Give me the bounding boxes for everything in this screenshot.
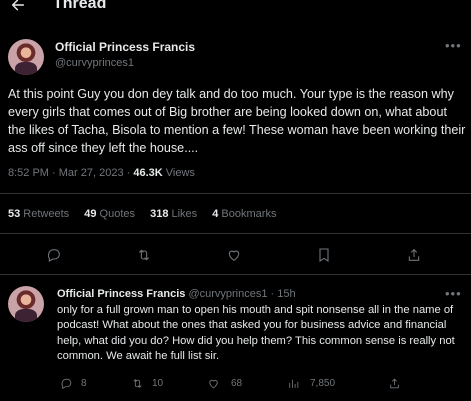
bookmark-button[interactable] [316,247,332,263]
reply-actions: 8 10 68 7,850 [0,376,471,394]
tweet-actions [0,243,471,269]
more-horizontal-icon: ••• [445,286,462,301]
tweet-time[interactable]: 8:52 PM · Mar 27, 2023 · [8,167,133,179]
like-count: 68 [231,378,243,389]
retweet-count: 10 [152,378,164,389]
likes-stat[interactable]: 318 Likes [150,208,197,220]
quotes-stat[interactable]: 49 Quotes [84,208,135,220]
reply-author-name[interactable]: Official Princess Francis [57,288,185,300]
reply-author-handle[interactable]: @curvyprinces1 · 15h [188,288,295,300]
author-name[interactable]: Official Princess Francis [55,40,195,54]
divider [0,274,471,275]
comment-icon [47,249,60,262]
page-title: Thread [53,0,107,12]
thread-header: Thread [0,0,471,22]
share-icon [408,248,420,261]
share-button[interactable] [406,247,422,263]
reply-like-button[interactable]: 68 [207,377,242,390]
retweet-icon [138,249,150,261]
retweet-icon [133,379,142,388]
tweet-meta: 8:52 PM · Mar 27, 2023 · 46.3K Views [8,167,195,179]
comment-icon [61,378,72,390]
analytics-icon [289,379,299,388]
reply-reply-button[interactable]: 8 [60,377,87,390]
divider [0,193,471,194]
heart-icon [209,379,218,389]
tweet-stats: 53 Retweets 49 Quotes 318 Likes 4 Bookma… [8,208,288,220]
heart-icon [228,250,240,261]
bookmarks-stat[interactable]: 4 Bookmarks [212,208,276,220]
author-handle[interactable]: @curvyprinces1 [55,57,134,69]
divider [0,233,471,234]
share-icon [390,378,399,389]
avatar[interactable] [8,39,44,75]
back-button[interactable] [6,0,30,16]
more-horizontal-icon: ••• [445,38,462,53]
views-count: 46.3K [133,167,163,179]
reply-more-options-button[interactable]: ••• [445,286,462,301]
retweet-button[interactable] [136,247,152,263]
retweets-stat[interactable]: 53 Retweets [8,208,69,220]
views-label: Views [162,167,195,179]
like-button[interactable] [226,247,242,263]
reply-button[interactable] [46,247,62,263]
bookmark-icon [319,248,329,262]
arrow-left-icon [11,0,25,11]
reply-views-button[interactable]: 7,850 [287,377,335,390]
reply-text: only for a full grown man to open his mo… [57,304,455,362]
more-options-button[interactable]: ••• [445,38,462,53]
reply-retweet-button[interactable]: 10 [131,377,163,390]
views-count: 7,850 [310,378,336,389]
tweet-text: At this point Guy you don dey talk and d… [8,87,466,155]
reply-header: Official Princess Francis @curvyprinces1… [57,288,296,300]
reply-share-button[interactable] [388,377,401,390]
reply-count: 8 [81,378,87,389]
avatar[interactable] [8,286,44,322]
